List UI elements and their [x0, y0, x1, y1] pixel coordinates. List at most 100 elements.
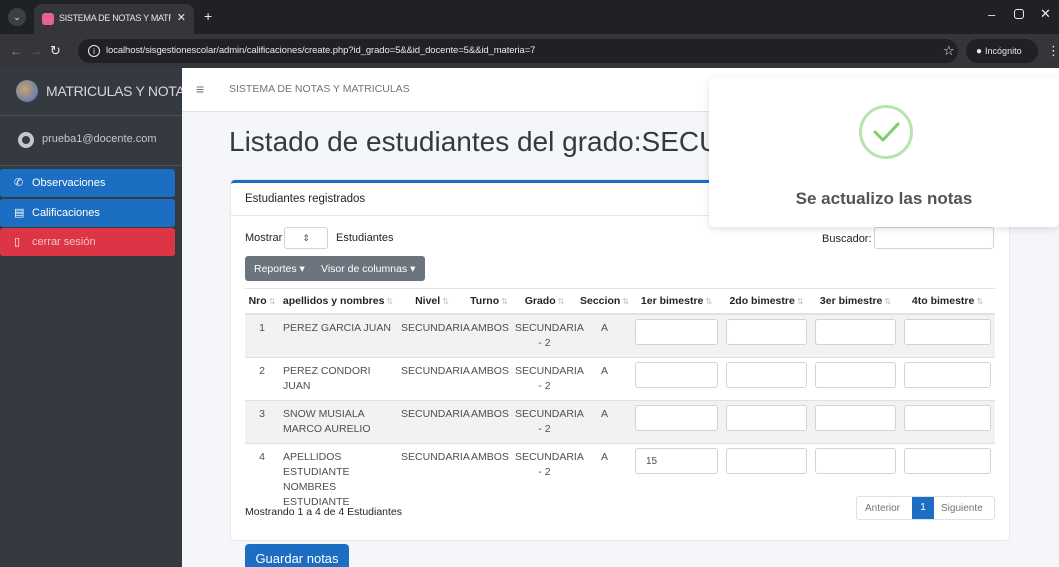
card-title: Estudiantes registrados: [245, 193, 366, 205]
success-popup: Se actualizo las notas: [709, 77, 1059, 227]
grade-input[interactable]: [635, 361, 718, 388]
hamburger-menu-icon[interactable]: ≡: [196, 81, 204, 97]
cell-turno: AMBOS: [467, 313, 511, 357]
grade-input[interactable]: [815, 404, 896, 431]
grade-input[interactable]: [726, 361, 807, 388]
address-bar-row: ← → ↻ i localhost/sisgestionescolar/admi…: [0, 34, 1059, 68]
save-grades-button[interactable]: Guardar notas: [245, 544, 349, 567]
minimize-icon[interactable]: –: [988, 7, 995, 22]
reload-icon[interactable]: ↻: [50, 43, 61, 59]
cell-nivel: SECUNDARIA: [397, 313, 470, 357]
reports-button[interactable]: Reportes ▾: [254, 263, 305, 275]
search-label: Buscador:: [822, 233, 872, 245]
tab-search-icon[interactable]: ⌄: [8, 8, 26, 26]
cell-nivel: SECUNDARIA: [397, 399, 470, 443]
restore-icon[interactable]: [1014, 9, 1024, 19]
column-header[interactable]: Seccion ⇅: [578, 288, 631, 315]
browser-tab[interactable]: SISTEMA DE NOTAS Y MATRICULAS ✕: [34, 4, 194, 34]
grade-input[interactable]: [904, 404, 991, 431]
cell-name: SNOW MUSIALA MARCO AURELIO: [279, 399, 397, 443]
previous-page-button[interactable]: Anterior: [865, 503, 900, 514]
cell-b2: [722, 313, 811, 357]
grade-input[interactable]: [815, 361, 896, 388]
table-row: 3 SNOW MUSIALA MARCO AURELIO SECUNDARIA …: [245, 399, 995, 443]
table-info-text: Mostrando 1 a 4 de 4 Estudiantes: [245, 506, 403, 518]
column-header[interactable]: Grado ⇅: [511, 288, 578, 315]
table-row: 1 PEREZ GARCIA JUAN SECUNDARIA AMBOS SEC…: [245, 313, 995, 357]
sidebar-item-logout[interactable]: ▯ cerrar sesión: [0, 228, 175, 256]
column-header[interactable]: 2do bimestre ⇅: [722, 288, 811, 315]
grade-input[interactable]: [635, 404, 718, 431]
grade-input[interactable]: [904, 447, 991, 474]
cell-turno: AMBOS: [467, 442, 511, 516]
column-header[interactable]: 1er bimestre ⇅: [631, 288, 722, 315]
grade-input[interactable]: [904, 318, 991, 345]
grade-input[interactable]: [815, 318, 896, 345]
success-check-icon: [859, 105, 913, 159]
cell-b2: [722, 442, 811, 516]
page-title: Listado de estudiantes del grado:SECUNDA: [229, 126, 779, 157]
column-header[interactable]: apellidos y nombres ⇅: [279, 288, 397, 315]
incognito-badge[interactable]: ● Incógnito: [966, 39, 1038, 63]
incognito-label: Incógnito: [985, 46, 1022, 56]
cell-nivel: SECUNDARIA: [397, 356, 470, 400]
sidebar-item-observaciones[interactable]: ✆ Observaciones: [0, 169, 175, 197]
grade-input[interactable]: 15: [635, 447, 718, 474]
cell-b4: [900, 399, 995, 443]
brand-link[interactable]: MATRICULAS Y NOTAS: [0, 68, 194, 116]
sidebar-item-label: Observaciones: [32, 177, 106, 189]
url-field[interactable]: i localhost/sisgestionescolar/admin/cali…: [78, 39, 958, 63]
cell-name: PEREZ GARCIA JUAN: [279, 313, 397, 357]
forward-arrow-icon[interactable]: →: [30, 44, 42, 58]
cell-nivel: SECUNDARIA: [397, 442, 470, 516]
browser-tab-bar: ⌄ SISTEMA DE NOTAS Y MATRICULAS ✕ + – ✕: [0, 0, 1059, 34]
cell-grado: SECUNDARIA - 2: [511, 442, 584, 516]
next-page-button[interactable]: Siguiente: [941, 503, 983, 514]
bookmark-star-icon[interactable]: ☆: [943, 43, 955, 59]
cell-turno: AMBOS: [467, 356, 511, 400]
grade-input[interactable]: [726, 404, 807, 431]
megaphone-icon: ✆: [14, 177, 24, 189]
browser-menu-icon[interactable]: ⋮: [1047, 43, 1059, 59]
column-header[interactable]: Nivel ⇅: [397, 288, 467, 315]
search-input[interactable]: [874, 227, 994, 249]
show-entries-suffix: Estudiantes: [336, 232, 394, 244]
cell-b1: 15: [631, 442, 722, 516]
column-header[interactable]: 4to bimestre ⇅: [900, 288, 995, 315]
table-header-row: Nro ⇅ apellidos y nombres ⇅ Nivel ⇅ Turno ⇅ …: [245, 288, 995, 315]
column-header[interactable]: 3er bimestre ⇅: [811, 288, 900, 315]
cell-b2: [722, 356, 811, 400]
user-avatar-icon: [18, 132, 34, 148]
page-length-select[interactable]: ⇕: [284, 227, 328, 249]
column-visibility-button[interactable]: Visor de columnas ▾: [321, 263, 415, 275]
grade-input[interactable]: [815, 447, 896, 474]
cell-b3: [811, 313, 900, 357]
cell-b4: [900, 313, 995, 357]
close-tab-icon[interactable]: ✕: [177, 11, 186, 24]
column-header[interactable]: Turno ⇅: [467, 288, 511, 315]
cell-seccion: A: [578, 442, 631, 516]
grade-input[interactable]: [726, 318, 807, 345]
grade-input[interactable]: [726, 447, 807, 474]
cell-nro: 1: [245, 313, 279, 357]
cell-b1: [631, 313, 722, 357]
window-close-icon[interactable]: ✕: [1040, 6, 1051, 22]
brand-logo: [16, 80, 38, 102]
grade-input[interactable]: [635, 318, 718, 345]
cell-seccion: A: [578, 356, 631, 400]
new-tab-icon[interactable]: +: [204, 8, 212, 24]
user-panel[interactable]: prueba1@docente.com: [0, 116, 182, 166]
door-icon: ▯: [14, 236, 21, 248]
cell-b4: [900, 356, 995, 400]
cell-name: APELLIDOS ESTUDIANTE NOMBRES ESTUDIANTE: [279, 442, 397, 516]
navbar-title-link[interactable]: SISTEMA DE NOTAS Y MATRICULAS: [229, 83, 410, 95]
sidebar-item-calificaciones[interactable]: ▤ Calificaciones: [0, 199, 175, 227]
table-buttons-group: Reportes ▾ Visor de columnas ▾: [245, 256, 425, 281]
page-1-button[interactable]: 1: [912, 497, 934, 519]
tab-title: SISTEMA DE NOTAS Y MATRICULAS: [59, 13, 171, 23]
site-info-icon[interactable]: i: [88, 45, 100, 57]
back-arrow-icon[interactable]: ←: [10, 44, 22, 58]
column-header[interactable]: Nro ⇅: [245, 288, 279, 315]
tab-favicon-icon: [42, 13, 54, 25]
grade-input[interactable]: [904, 361, 991, 388]
